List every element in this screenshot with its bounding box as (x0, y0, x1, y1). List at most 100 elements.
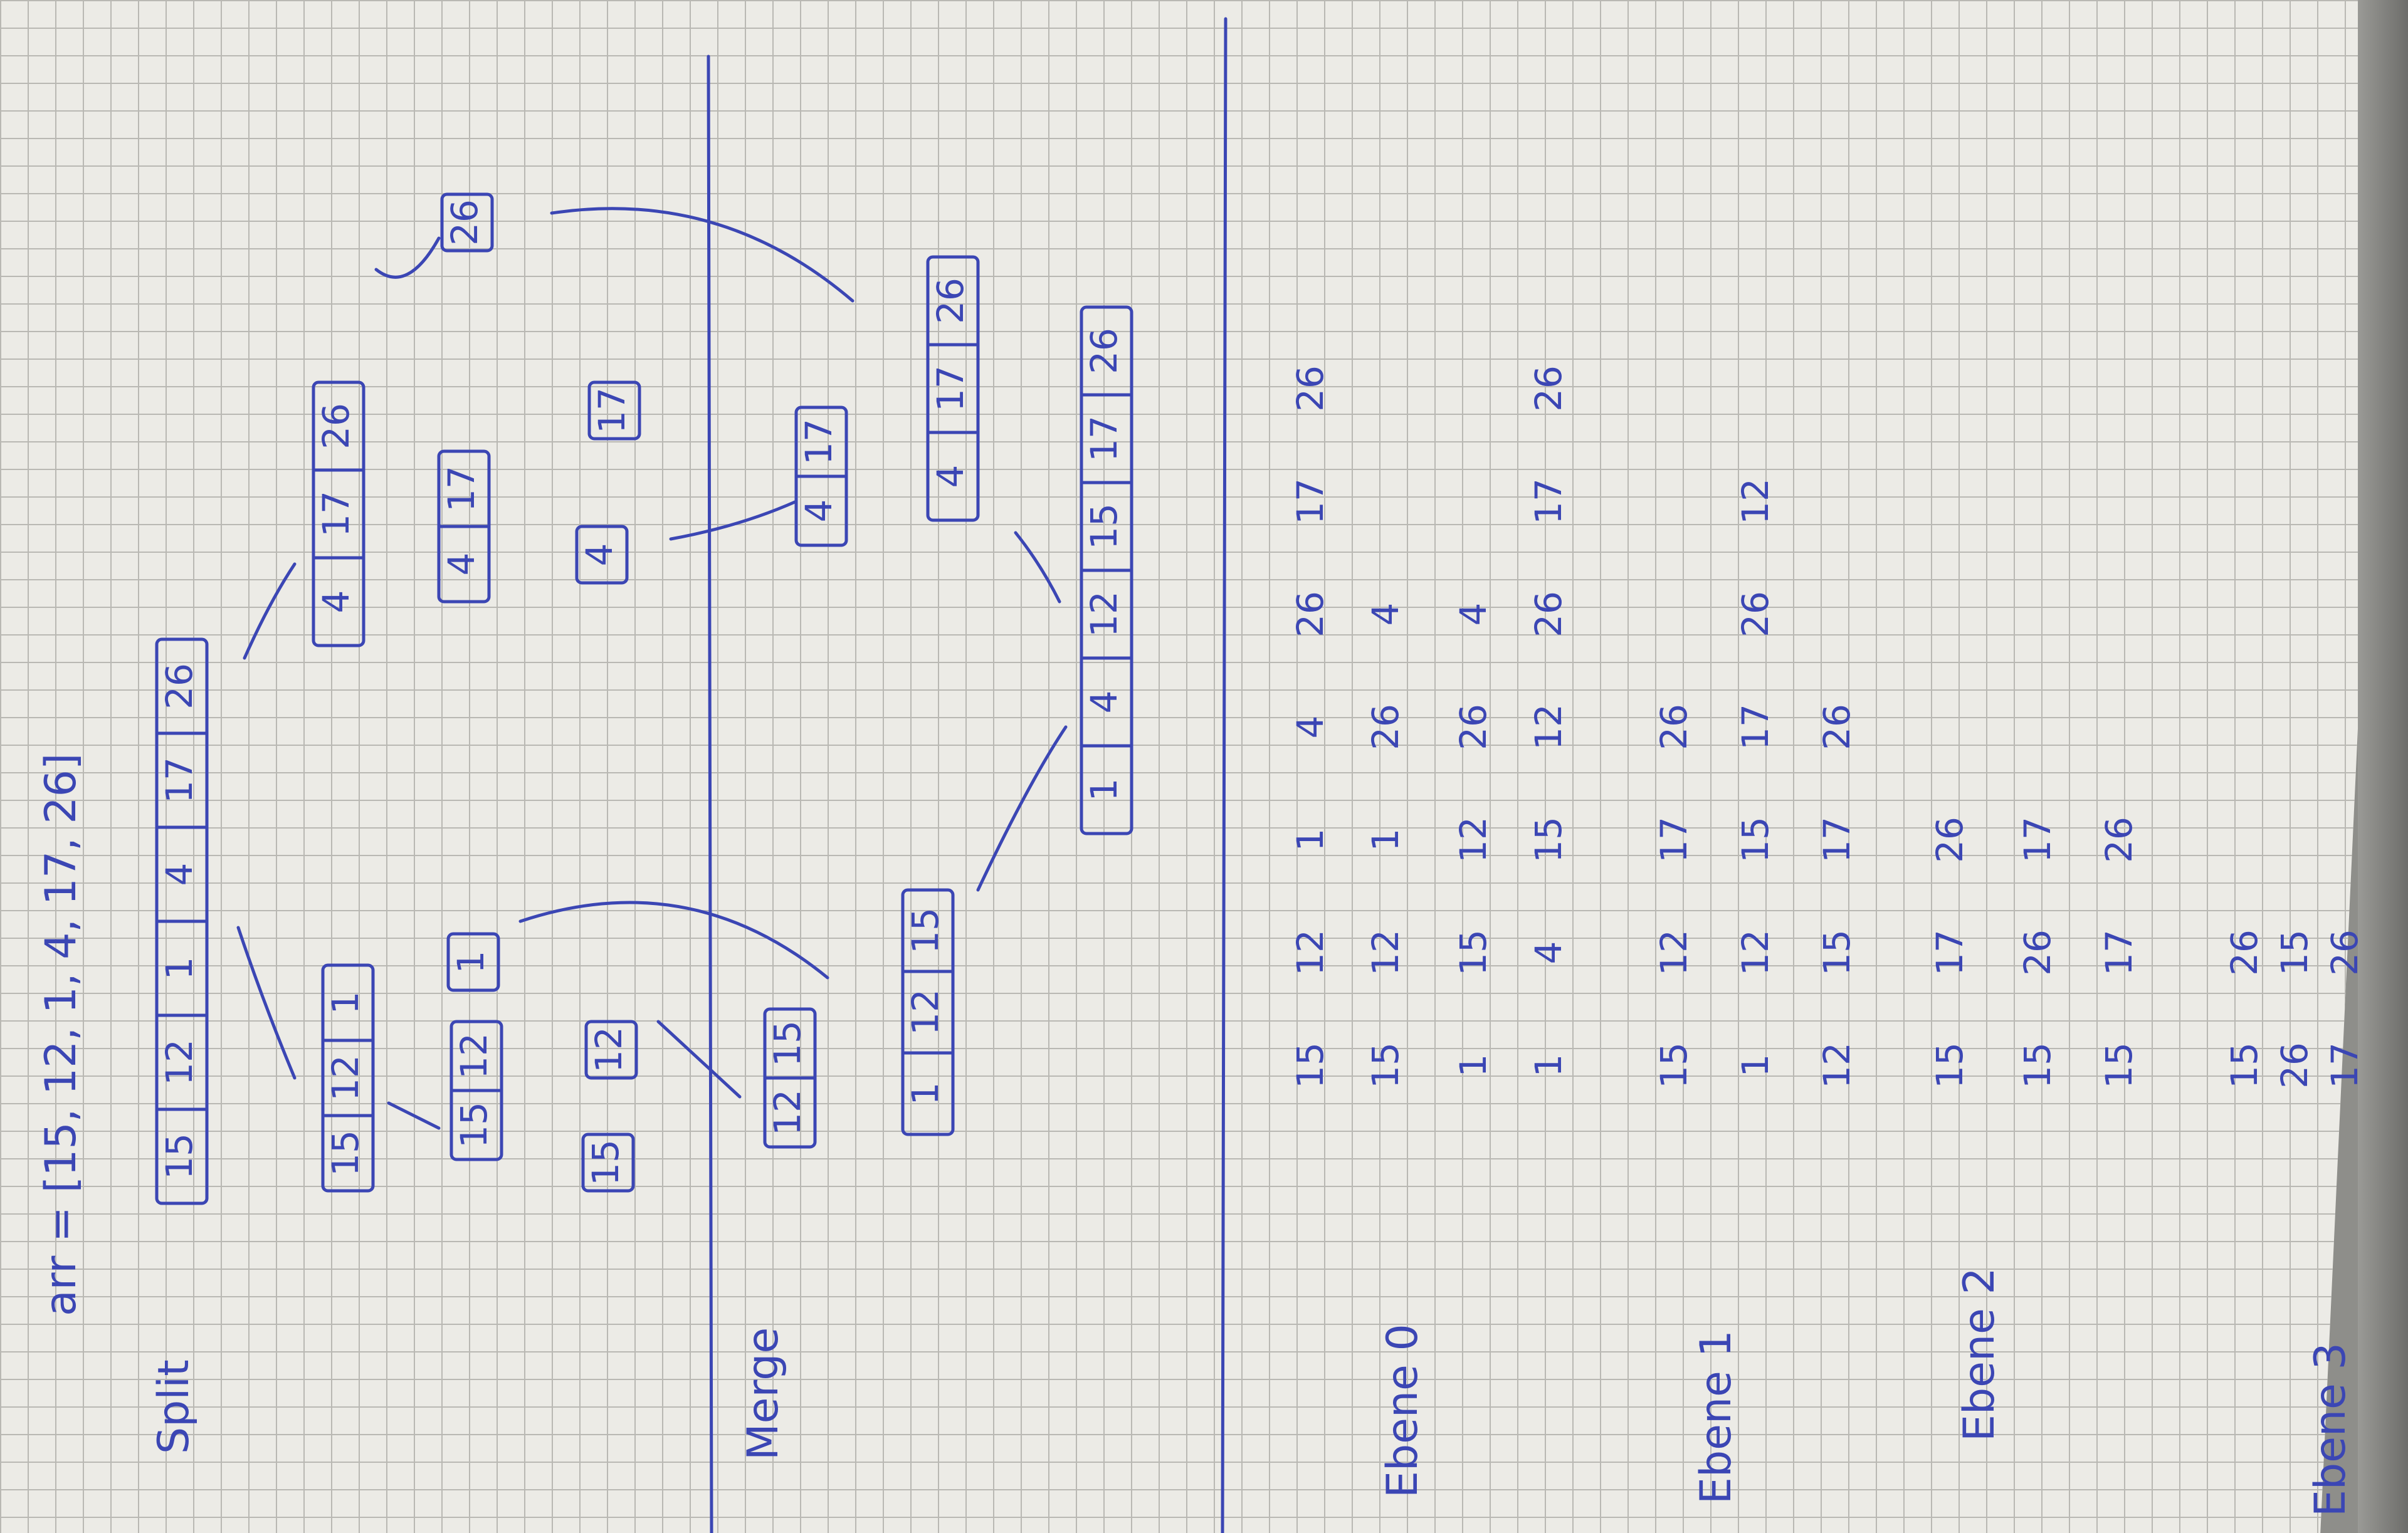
array-right-cell: 17 (315, 491, 357, 537)
array-right-left-cell: 4 (440, 553, 483, 576)
trace-value: 12 (1734, 478, 1777, 525)
array-left: 15 12 1 (321, 963, 375, 1193)
trace-value: 17 (2098, 929, 2140, 976)
trace-value: 17 (1928, 929, 1971, 976)
arrow-m4-result (1014, 531, 1061, 604)
arrow-split-left (236, 926, 297, 1080)
leaf-15: 15 (581, 1133, 635, 1193)
array-merge-4-17-26: 4 17 26 (926, 255, 980, 522)
array-merge-1-12-15: 1 12 15 (901, 888, 955, 1136)
label-merge: Merge (739, 1327, 788, 1460)
vertical-divider-merge (707, 55, 713, 1533)
leaf-4: 4 (575, 525, 629, 585)
label-ebene-2: Ebene 2 (1955, 1267, 2004, 1441)
trace-value: 12 (1452, 817, 1495, 863)
merge-tree: 121541711215417261412151726 (763, 255, 1133, 1149)
array-merge-result-cell: 26 (1083, 328, 1125, 374)
arrow-26-merge (550, 207, 854, 303)
array-merge-result: 1 4 12 15 17 26 (1080, 305, 1133, 835)
array-root: 15 12 1 4 17 26 (155, 637, 209, 1205)
leaf-12-cell: 12 (587, 1027, 630, 1073)
trace-value: 17 (1653, 817, 1695, 863)
array-right-right-cell: 26 (443, 199, 486, 246)
array-right-cell: 26 (315, 403, 357, 449)
array-left-left-cell: 12 (453, 1033, 495, 1079)
trace-value: 26 (1527, 591, 1570, 637)
leaf-17: 17 (587, 380, 641, 441)
arrow-leaf-1-merge (518, 901, 829, 980)
array-merge-4-17-26-cell: 4 (929, 465, 972, 488)
trace-value: 15 (1928, 1042, 1971, 1089)
handwritten-notes: arr = [15, 12, 1, 4, 17, 26] Split Merge… (36, 17, 2366, 1533)
leaf-15-cell: 15 (584, 1139, 627, 1186)
trace-value: 12 (1527, 704, 1570, 750)
array-left-cell: 15 (324, 1130, 367, 1176)
trace-value: 15 (2016, 1042, 2059, 1089)
arrow-split-rr (374, 236, 441, 279)
trace-value: 1 (1452, 1054, 1495, 1077)
trace-value: 12 (1653, 929, 1695, 976)
trace-value: 26 (1928, 817, 1971, 863)
array-merge-12-15-cell: 12 (766, 1089, 809, 1136)
arrow-leaf-12-merge (656, 1020, 742, 1099)
trace-value: 17 (2016, 817, 2059, 863)
trace-value: 12 (1816, 1042, 1858, 1089)
array-root-cell: 12 (158, 1039, 201, 1086)
trace-value: 4 (1452, 603, 1495, 626)
array-merge-4-17: 4 17 (794, 405, 848, 547)
array-merge-result-cell: 4 (1083, 691, 1125, 714)
trace-value: 1 (1364, 829, 1407, 852)
array-merge-result-cell: 1 (1083, 778, 1125, 802)
trace-value: 15 (1816, 929, 1858, 976)
array-merge-12-15: 1215 (763, 1007, 817, 1149)
array-merge-result-cell: 12 (1083, 591, 1125, 637)
arrow-split-ll (387, 1101, 441, 1130)
array-root-cell: 4 (158, 863, 201, 886)
trace-value: 1 (1527, 1054, 1570, 1077)
array-merge-result-cell: 17 (1083, 416, 1125, 462)
trace-value: 26 (1289, 591, 1332, 637)
trace-value: 26 (1289, 365, 1332, 412)
level-trace: 15 12 1 4 26 17 26 15 12 1 26 4 1 15 12 26 4 1 4 15 12 26 17 26… (1289, 365, 2366, 1089)
array-merge-4-17-26-cell: 17 (929, 365, 972, 412)
trace-value: 26 (2323, 929, 2366, 976)
array-merge-1-12-15-cell: 12 (904, 989, 947, 1035)
trace-value: 15 (1734, 817, 1777, 863)
trace-value: 26 (1527, 365, 1570, 412)
arrow-leaf-4-merge (669, 500, 798, 541)
array-merge-4-17-cell: 4 (797, 500, 840, 523)
label-ebene-1: Ebene 1 (1691, 1330, 1741, 1504)
array-left-left-cell: 15 (453, 1102, 495, 1148)
array-left-right: 1 (446, 932, 500, 992)
trace-value: 15 (1653, 1042, 1695, 1089)
trace-value: 17 (1289, 478, 1332, 525)
array-root-cell: 17 (158, 757, 201, 803)
trace-value: 17 (1816, 817, 1858, 863)
arrow-m3-result (976, 725, 1068, 892)
trace-value: 15 (1452, 929, 1495, 976)
array-merge-1-12-15-cell: 1 (904, 1082, 947, 1106)
trace-value: 12 (1289, 929, 1332, 976)
trace-value: 26 (1653, 704, 1695, 750)
trace-value: 17 (1734, 704, 1777, 750)
trace-value: 1 (1289, 829, 1332, 852)
array-right: 4 17 26 (312, 380, 365, 647)
trace-value: 26 (1364, 704, 1407, 750)
array-merge-1-12-15-cell: 15 (904, 908, 947, 954)
trace-value: 4 (1289, 716, 1332, 739)
trace-value: 12 (1734, 929, 1777, 976)
array-merge-4-17-26-cell: 26 (929, 278, 972, 324)
array-merge-4-17-cell: 17 (797, 419, 840, 465)
array-root-cell: 15 (158, 1133, 201, 1180)
trace-value: 26 (2098, 817, 2140, 863)
trace-value: 26 (1452, 704, 1495, 750)
trace-value: 15 (2098, 1042, 2140, 1089)
trace-value: 26 (2016, 929, 2059, 976)
trace-value: 15 (1289, 1042, 1332, 1089)
trace-value: 4 (1364, 603, 1407, 626)
trace-value: 17 (2323, 1042, 2366, 1089)
leaf-17-cell: 17 (591, 387, 633, 434)
label-ebene-0: Ebene 0 (1378, 1324, 1427, 1498)
trace-value: 4 (1527, 941, 1570, 965)
label-ebene-3: Ebene 3 (2306, 1342, 2355, 1517)
